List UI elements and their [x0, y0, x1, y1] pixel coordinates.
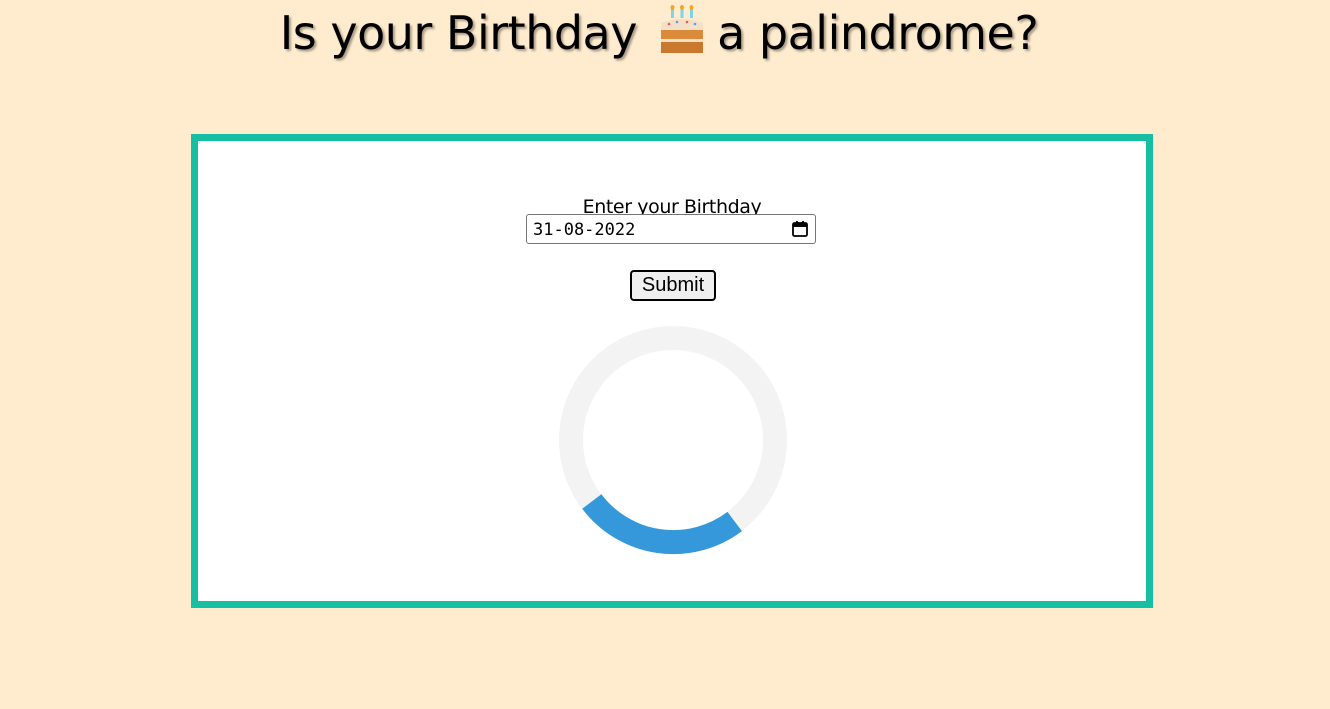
page-title: Is your Birthday a palindrome? [0, 2, 1318, 64]
birthday-cake-icon [661, 5, 704, 53]
birthday-date-value: 31-08-2022 [533, 220, 636, 240]
page-title-start: Is your Birthday [279, 6, 638, 60]
submit-button[interactable]: Submit [630, 270, 716, 301]
page-title-end: a palindrome? [717, 6, 1039, 60]
palindrome-form-card: Enter your Birthday 31-08-2022 Submit [191, 134, 1153, 608]
calendar-icon[interactable] [791, 220, 809, 238]
spinner-arc [582, 494, 742, 555]
birthday-date-input[interactable]: 31-08-2022 [526, 214, 816, 244]
loading-spinner-icon [559, 326, 787, 555]
